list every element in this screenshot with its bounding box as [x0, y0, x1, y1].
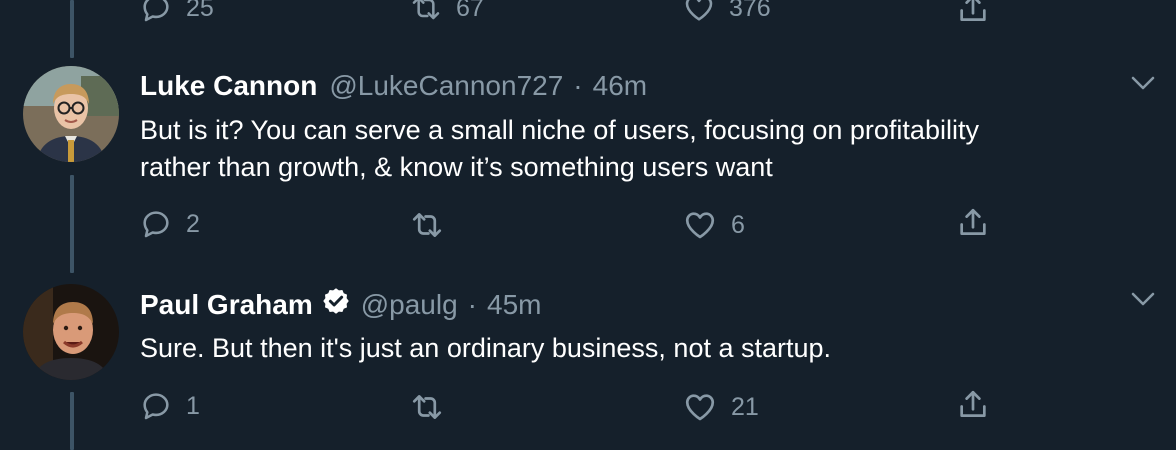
reply-button[interactable]: 25	[140, 0, 214, 24]
like-button[interactable]: 376	[683, 0, 771, 24]
retweet-button[interactable]: 67	[410, 0, 484, 24]
tweet-text-line: rather than growth, & know it’s somethin…	[140, 152, 773, 182]
like-button[interactable]: 6	[683, 208, 745, 242]
chevron-down-icon	[1131, 76, 1155, 90]
avatar[interactable]	[23, 66, 119, 162]
separator-dot: ·	[573, 70, 583, 101]
reply-icon	[143, 0, 169, 22]
share-button[interactable]	[956, 0, 990, 26]
retweet-button[interactable]	[410, 390, 444, 424]
tweet-header: Paul Graham @paulg · 45m	[140, 286, 541, 323]
tweet-text-line: Sure. But then it's just an ordinary bus…	[140, 333, 832, 363]
user-handle[interactable]: @paulg	[361, 289, 458, 321]
retweet-icon	[412, 213, 442, 237]
like-icon	[685, 212, 715, 239]
thread-line-middle	[70, 175, 74, 273]
tweet-text: Sure. But then it's just an ordinary bus…	[140, 330, 1140, 367]
display-name[interactable]: Luke Cannon	[140, 70, 317, 102]
like-count: 6	[731, 210, 745, 239]
thread-line-bottom	[70, 392, 74, 450]
more-options-button[interactable]	[1128, 68, 1158, 103]
share-button[interactable]	[956, 388, 990, 422]
retweet-icon	[412, 395, 442, 419]
display-name[interactable]: Paul Graham	[140, 289, 313, 321]
share-icon	[960, 208, 986, 235]
retweet-icon	[412, 0, 440, 20]
like-button[interactable]: 21	[683, 390, 759, 424]
reply-count: 1	[186, 391, 200, 420]
like-icon	[685, 0, 713, 21]
retweet-button[interactable]	[410, 208, 444, 242]
like-count: 376	[729, 0, 771, 22]
avatar-image	[23, 66, 119, 162]
reply-icon	[143, 393, 169, 420]
verified-badge-icon	[321, 286, 351, 323]
timestamp[interactable]: 46m	[593, 70, 647, 102]
like-count: 21	[731, 392, 759, 421]
reply-button[interactable]: 1	[140, 390, 200, 422]
retweet-count: 67	[456, 0, 484, 22]
reply-icon	[143, 211, 169, 238]
like-icon	[685, 394, 715, 421]
reply-count: 25	[186, 0, 214, 22]
tweet-text: But is it? You can serve a small niche o…	[140, 112, 1140, 186]
reply-count: 2	[186, 209, 200, 238]
tweet-text-line: But is it? You can serve a small niche o…	[140, 115, 979, 145]
avatar-image	[23, 284, 119, 380]
share-icon	[960, 0, 986, 21]
user-handle[interactable]: @LukeCannon727	[329, 70, 563, 102]
timestamp[interactable]: 45m	[487, 289, 541, 321]
share-icon	[960, 390, 986, 417]
tweet-header: Luke Cannon @LukeCannon727 · 46m	[140, 70, 647, 102]
share-button[interactable]	[956, 206, 990, 240]
chevron-down-icon	[1131, 292, 1155, 306]
thread-line-top	[70, 0, 74, 58]
more-options-button[interactable]	[1128, 284, 1158, 319]
separator-dot: ·	[467, 288, 477, 320]
reply-button[interactable]: 2	[140, 208, 200, 240]
avatar[interactable]	[23, 284, 119, 380]
